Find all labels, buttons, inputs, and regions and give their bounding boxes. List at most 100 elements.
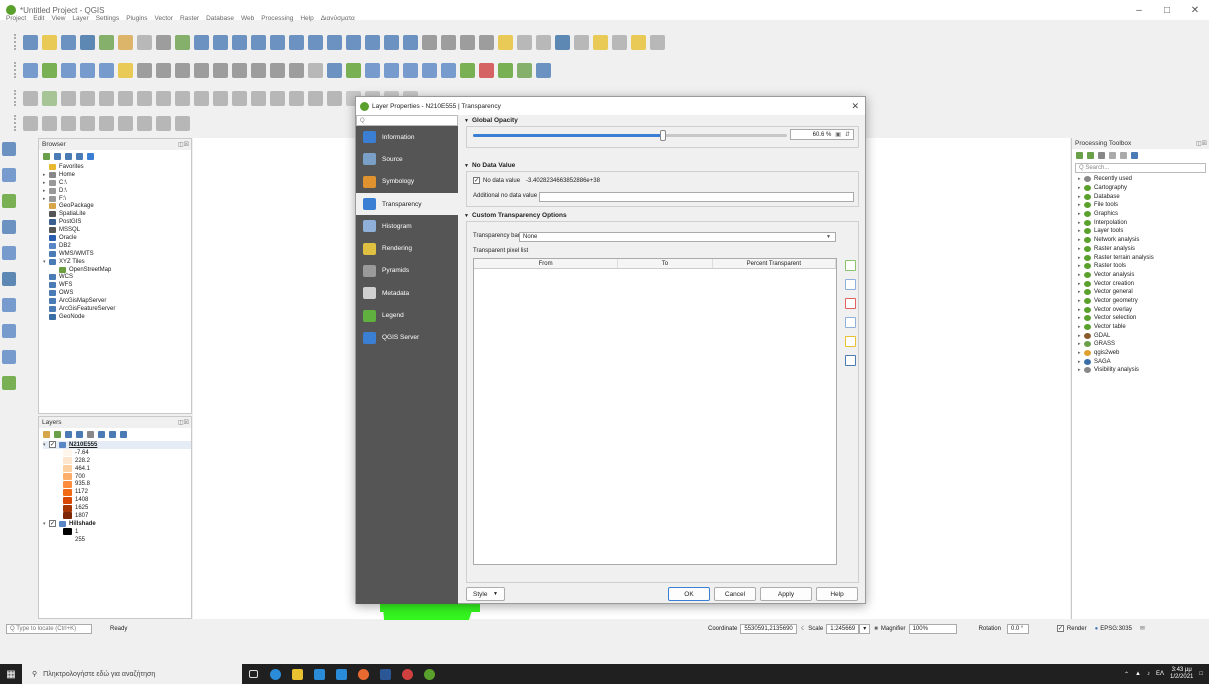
processing-provider-item[interactable]: ▸ Network analysis — [1072, 236, 1209, 245]
toolbar-tool-icon[interactable] — [42, 90, 57, 106]
add-layer-tool-icon[interactable] — [2, 246, 16, 260]
panel-float-close-icon[interactable]: ◫☒ — [178, 141, 191, 148]
expand-icon[interactable] — [98, 430, 105, 438]
apply-button[interactable]: Apply — [760, 587, 812, 601]
toolbar-tool-icon[interactable] — [289, 62, 304, 78]
layer-row-hillshade[interactable]: ▾ ✓ Hillshade — [43, 520, 191, 528]
refresh-icon[interactable] — [54, 152, 61, 160]
menu-processing[interactable]: Processing — [261, 15, 293, 27]
nav-item-information[interactable]: Information — [356, 126, 458, 148]
browser-item[interactable]: WCS — [43, 273, 191, 281]
browser-item[interactable]: Favorites — [43, 163, 191, 171]
browser-item[interactable]: ArcGisMapServer — [43, 297, 191, 305]
locator-input[interactable]: Q Type to locate (Ctrl+K) — [6, 623, 92, 634]
edge-browser-icon[interactable] — [264, 664, 286, 684]
toolbar-tool-icon[interactable] — [232, 34, 247, 50]
file-explorer-icon[interactable] — [286, 664, 308, 684]
browser-item[interactable]: ▸ Home — [43, 171, 191, 179]
browser-item[interactable]: OpenStreetMap — [43, 266, 191, 274]
toolbar-tool-icon[interactable] — [80, 115, 95, 131]
filter-icon[interactable] — [65, 152, 72, 160]
magnifier-input[interactable]: 100% — [908, 623, 957, 634]
messages-icon[interactable]: ✉ — [1140, 625, 1145, 632]
toolbar-tool-icon[interactable] — [23, 90, 38, 106]
toolbar-tool-icon[interactable] — [308, 34, 323, 50]
toolbar-tool-icon[interactable] — [80, 34, 95, 50]
info-icon[interactable] — [87, 152, 94, 160]
custom-transparency-header[interactable]: ▼ Custom Transparency Options — [460, 210, 865, 221]
processing-provider-item[interactable]: ▸ Vector analysis — [1072, 271, 1209, 280]
browser-item[interactable]: OWS — [43, 289, 191, 297]
add-layer-tool-icon[interactable] — [2, 142, 16, 156]
panel-float-close-icon[interactable]: ◫☒ — [178, 419, 191, 426]
processing-provider-item[interactable]: ▸ qgis2web — [1072, 349, 1209, 358]
opacity-slider-handle[interactable] — [660, 130, 667, 141]
toolbar-tool-icon[interactable] — [99, 62, 114, 78]
nav-item-rendering[interactable]: Rendering — [356, 237, 458, 259]
add-value-icon[interactable] — [845, 260, 856, 271]
options-icon[interactable] — [1131, 151, 1138, 159]
toolbar-tool-icon[interactable] — [213, 62, 228, 78]
toolbar-tool-icon[interactable] — [308, 62, 323, 78]
column-to[interactable]: To — [618, 259, 713, 268]
browser-item[interactable]: ▸ C:\ — [43, 179, 191, 187]
toolbar-tool-icon[interactable] — [517, 34, 532, 50]
toolbar-tool-icon[interactable] — [80, 62, 95, 78]
toolbar-tool-icon[interactable] — [365, 34, 380, 50]
column-from[interactable]: From — [474, 259, 619, 268]
processing-provider-item[interactable]: ▸ Raster terrain analysis — [1072, 253, 1209, 262]
menu-raster[interactable]: Raster — [180, 15, 199, 27]
add-from-display-icon[interactable] — [845, 279, 856, 290]
browser-item[interactable]: WFS — [43, 281, 191, 289]
cancel-button[interactable]: Cancel — [714, 587, 756, 601]
opacity-spinbox[interactable]: 60.6 % ▣ ⇵ — [790, 129, 854, 140]
ok-button[interactable]: OK — [668, 587, 710, 601]
toolbar-tool-icon[interactable] — [403, 34, 418, 50]
toolbar-tool-icon[interactable] — [270, 62, 285, 78]
add-layer-icon[interactable] — [43, 152, 50, 160]
no-data-checkbox[interactable]: ✓ — [473, 177, 480, 184]
processing-provider-item[interactable]: ▸ File tools — [1072, 201, 1209, 210]
word-icon[interactable] — [374, 664, 396, 684]
toolbar-tool-icon[interactable] — [555, 34, 570, 50]
column-percent-transparent[interactable]: Percent Transparent — [713, 259, 836, 268]
toolbar-tool-icon[interactable] — [175, 90, 190, 106]
dialog-search-input[interactable]: Q — [356, 115, 458, 126]
extents-icon[interactable]: ☇ — [801, 625, 804, 632]
toolbar-tool-icon[interactable] — [99, 34, 114, 50]
opacity-slider[interactable] — [473, 130, 787, 141]
processing-provider-item[interactable]: ▸ Raster tools — [1072, 262, 1209, 271]
tray-chevron-icon[interactable]: ⌃ — [1124, 671, 1129, 678]
toolbar-grip[interactable] — [14, 90, 17, 106]
remove-layer-icon[interactable] — [120, 430, 127, 438]
toolbar-tool-icon[interactable] — [137, 34, 152, 50]
toolbar-tool-icon[interactable] — [289, 34, 304, 50]
toolbar-tool-icon[interactable] — [61, 62, 76, 78]
minimize-button[interactable]: – — [1125, 0, 1153, 20]
history-icon[interactable] — [1098, 151, 1105, 159]
toolbar-tool-icon[interactable] — [194, 34, 209, 50]
browser-item[interactable]: MSSQL — [43, 226, 191, 234]
menu-extensions[interactable]: Διανύσματα — [321, 15, 355, 27]
processing-provider-item[interactable]: ▸ Vector overlay — [1072, 305, 1209, 314]
scripts-icon[interactable] — [1087, 151, 1094, 159]
browser-item[interactable]: SpatiaLite — [43, 210, 191, 218]
menu-edit[interactable]: Edit — [33, 15, 44, 27]
network-icon[interactable]: ▲ — [1135, 671, 1141, 677]
lock-icon[interactable]: ■ — [874, 626, 878, 632]
style-icon[interactable] — [43, 430, 50, 438]
add-layer-tool-icon[interactable] — [2, 272, 16, 286]
toolbar-tool-icon[interactable] — [23, 62, 38, 78]
toolbar-tool-icon[interactable] — [346, 62, 361, 78]
layer-row-n210e555[interactable]: ▾ ✓ N210E555 — [43, 441, 191, 449]
mail-icon[interactable] — [308, 664, 330, 684]
models-icon[interactable] — [1076, 151, 1083, 159]
processing-provider-item[interactable]: ▸ Vector general — [1072, 288, 1209, 297]
nav-item-qgis-server[interactable]: QGIS Server — [356, 327, 458, 349]
add-layer-tool-icon[interactable] — [2, 298, 16, 312]
help-button[interactable]: Help — [816, 587, 858, 601]
toolbar-tool-icon[interactable] — [650, 34, 665, 50]
toolbar-tool-icon[interactable] — [232, 62, 247, 78]
toolbar-tool-icon[interactable] — [498, 34, 513, 50]
rotation-input[interactable]: 0.0 ° — [1006, 623, 1029, 634]
